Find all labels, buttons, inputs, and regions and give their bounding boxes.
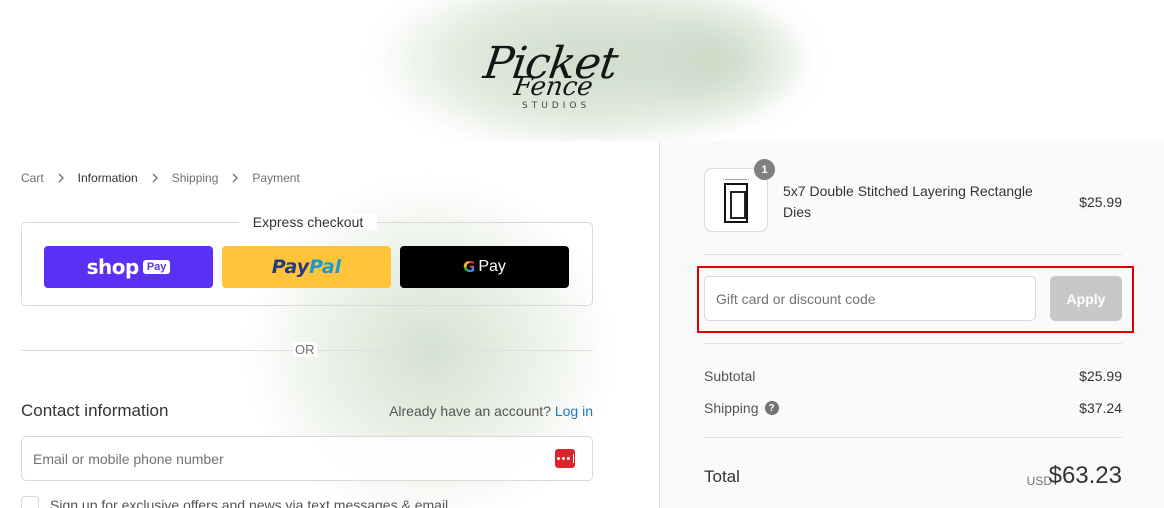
email-input[interactable] <box>22 437 542 480</box>
discount-code-input[interactable] <box>704 276 1036 321</box>
google-g-icon: G <box>463 258 476 276</box>
chevron-right-icon <box>231 173 240 183</box>
product-name: 5x7 Double Stitched Layering Rectangle D… <box>783 183 1033 220</box>
or-divider: OR <box>21 342 593 357</box>
paypal-wordmark-pay: Pay <box>271 256 310 278</box>
contact-information-heading: Contact information <box>21 401 169 420</box>
or-divider-label: OR <box>293 342 317 357</box>
logo-line2: Fence <box>511 72 595 102</box>
breadcrumb-cart[interactable]: Cart <box>21 171 44 185</box>
sms-signup-label: Sign up for exclusive offers and news vi… <box>50 497 449 508</box>
email-field <box>21 436 593 481</box>
summary-divider <box>704 254 1122 255</box>
header-banner: Picket Fence STUDIOS <box>0 0 1164 141</box>
express-checkout-title: Express checkout <box>22 214 594 232</box>
shop-pay-button[interactable]: shop Pay <box>44 246 213 288</box>
logo-line3: STUDIOS <box>522 101 591 111</box>
password-manager-icon[interactable] <box>555 449 575 468</box>
breadcrumb-payment: Payment <box>252 171 300 185</box>
total-value: $63.23 <box>1048 462 1122 489</box>
quantity-badge: 1 <box>754 159 775 180</box>
subtotal-value: $25.99 <box>1079 368 1122 384</box>
login-prompt: Already have an account? Log in <box>389 403 593 419</box>
shipping-label: Shipping ? <box>704 400 779 416</box>
paypal-button[interactable]: Pay Pal <box>222 246 391 288</box>
paypal-wordmark-pal: Pal <box>309 256 342 278</box>
checkout-main: Cart Information Shipping Payment Expres… <box>0 141 659 508</box>
chevron-right-icon <box>57 173 66 183</box>
product-price: $25.99 <box>1079 194 1122 210</box>
sms-signup-option: Sign up for exclusive offers and news vi… <box>21 496 448 508</box>
apply-discount-button[interactable]: Apply <box>1050 276 1122 321</box>
product-image <box>724 183 748 223</box>
shop-pay-pill: Pay <box>142 260 171 274</box>
login-prompt-text: Already have an account? <box>389 403 551 419</box>
thumbnail-logo <box>725 172 747 180</box>
shop-pay-wordmark: shop <box>86 255 140 279</box>
google-pay-button[interactable]: G Pay <box>400 246 569 288</box>
breadcrumb: Cart Information Shipping Payment <box>21 171 300 185</box>
google-pay-label: Pay <box>478 258 506 275</box>
order-summary: 1 5x7 Double Stitched Layering Rectangle… <box>659 141 1164 508</box>
subtotal-label: Subtotal <box>704 368 756 384</box>
breadcrumb-shipping: Shipping <box>171 171 219 185</box>
chevron-right-icon <box>151 173 160 183</box>
summary-divider <box>704 343 1122 344</box>
shipping-value: $37.24 <box>1079 400 1122 416</box>
help-icon[interactable]: ? <box>764 401 779 415</box>
summary-divider <box>704 437 1122 438</box>
store-logo[interactable]: Picket Fence STUDIOS <box>478 38 668 118</box>
breadcrumb-information: Information <box>77 171 138 185</box>
login-link[interactable]: Log in <box>555 403 593 419</box>
express-checkout: Express checkout shop Pay Pay Pal G Pay <box>21 214 593 306</box>
total-label: Total <box>704 467 740 486</box>
sms-signup-checkbox[interactable] <box>21 496 39 508</box>
